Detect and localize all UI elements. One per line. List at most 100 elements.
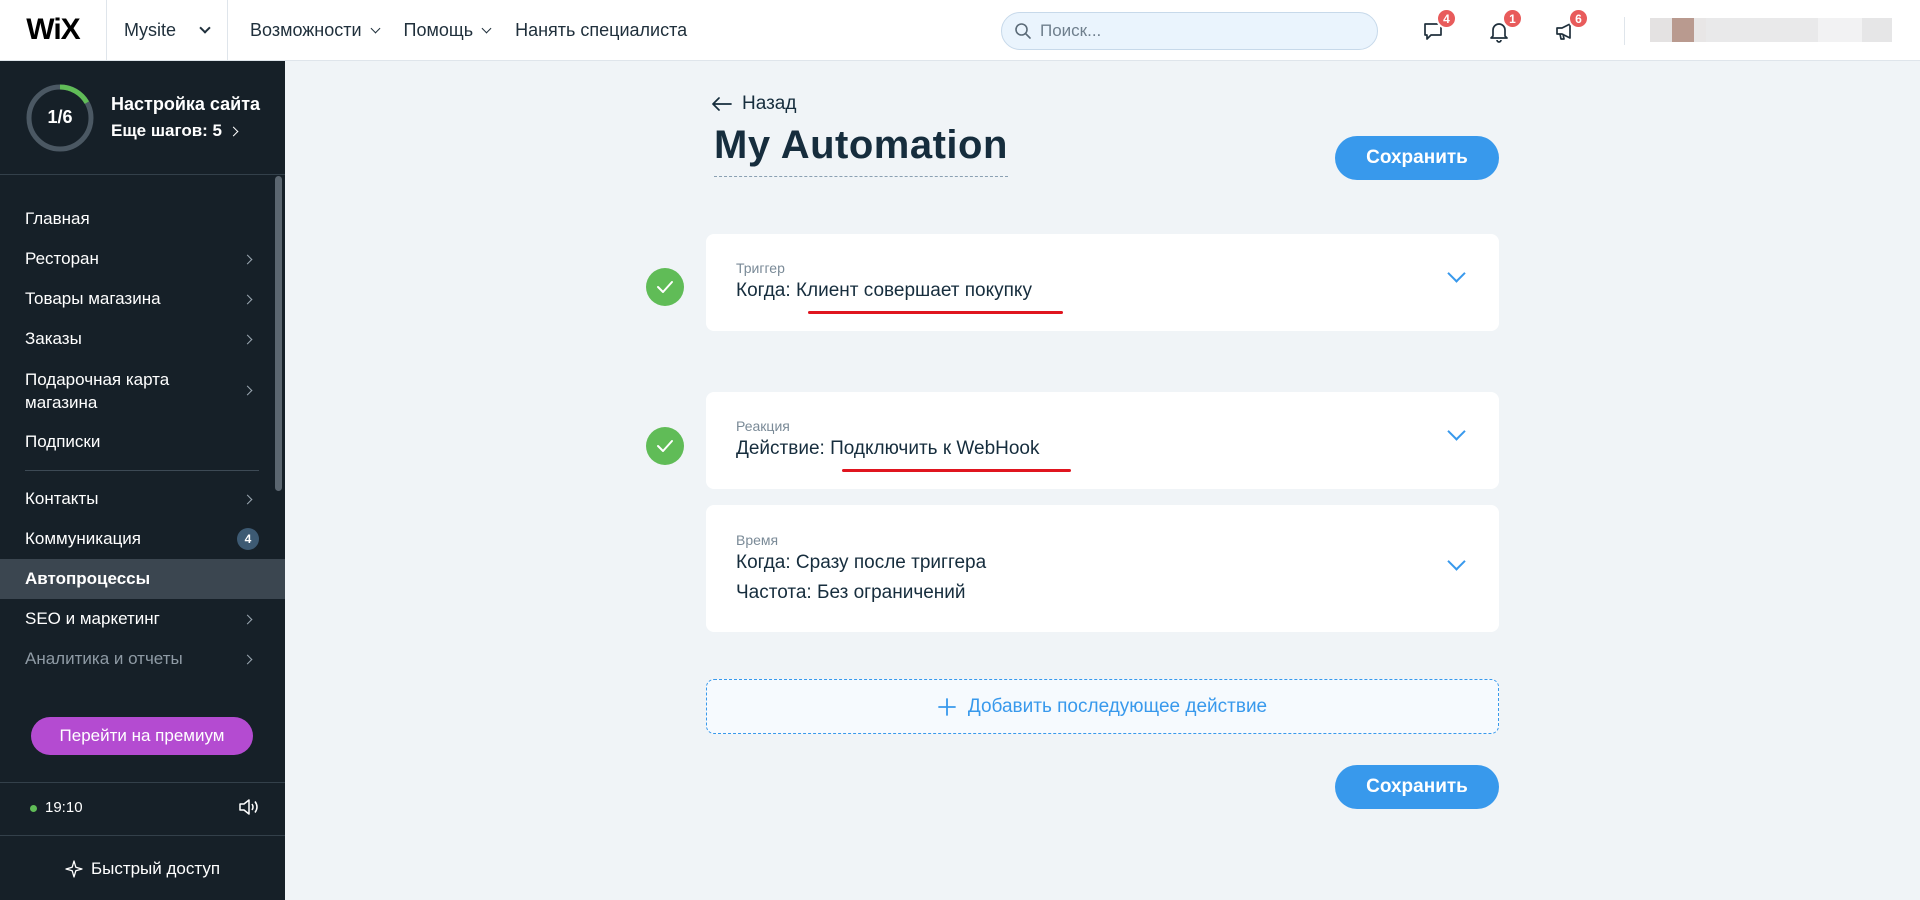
- topbar-divider: [1624, 17, 1625, 45]
- reaction-line: Действие: Подключить к WebHook: [736, 438, 1499, 460]
- timing-when: Когда: Сразу после триггера: [736, 552, 987, 573]
- chevron-down-icon: [370, 23, 380, 33]
- sidebar-item-store-products[interactable]: Товары магазина: [0, 279, 285, 319]
- back-link[interactable]: Назад: [712, 93, 796, 115]
- highlight-underline: [808, 311, 1063, 314]
- avatar: [1672, 18, 1694, 42]
- back-label: Назад: [742, 93, 797, 114]
- save-button-top[interactable]: Сохранить: [1335, 136, 1499, 180]
- sidebar-scrollbar[interactable]: [275, 176, 282, 491]
- site-switcher[interactable]: Mysite: [107, 0, 228, 61]
- trigger-value: Клиент совершает покупку: [795, 280, 1032, 301]
- trigger-prefix: Когда:: [736, 280, 796, 301]
- top-bar: WiX Mysite Возможности Помощь Нанять спе…: [0, 0, 1920, 61]
- site-setup-progress[interactable]: 1/6 Настройка сайта Еще шагов: 5: [0, 61, 285, 175]
- nav-hire-expert[interactable]: Нанять специалиста: [515, 20, 687, 41]
- sidebar-item-communication[interactable]: Коммуникация 4: [0, 519, 285, 559]
- sidebar-item-label: Коммуникация: [25, 529, 142, 548]
- chevron-right-icon: [242, 385, 253, 396]
- nav-features[interactable]: Возможности: [250, 19, 380, 41]
- trigger-label: Триггер: [736, 260, 785, 276]
- reaction-card[interactable]: Реакция Действие: Подключить к WebHook: [706, 392, 1499, 489]
- reaction-label: Реакция: [736, 418, 790, 434]
- clock-time: 19:10: [45, 798, 83, 816]
- notifications-button[interactable]: 1: [1466, 0, 1532, 61]
- sidebar-item-orders[interactable]: Заказы: [0, 319, 285, 359]
- chevron-right-icon: [242, 334, 253, 344]
- sidebar-divider: [25, 470, 259, 471]
- search-input[interactable]: [1040, 21, 1360, 41]
- chat-button[interactable]: 4: [1400, 0, 1466, 61]
- trigger-line: Когда: Клиент совершает покупку: [736, 280, 1499, 302]
- nav-help-label: Помощь: [403, 19, 474, 40]
- nav-features-label: Возможности: [250, 19, 362, 40]
- site-name: Mysite: [124, 19, 177, 40]
- chat-badge: 4: [1436, 8, 1457, 29]
- speaker-icon[interactable]: [238, 798, 260, 816]
- sparkle-icon: [65, 860, 83, 878]
- user-account-menu[interactable]: [1650, 18, 1892, 42]
- notifications-badge: 1: [1502, 8, 1523, 29]
- reaction-complete-check: [646, 427, 684, 465]
- sidebar-item-gift-card[interactable]: Подарочная карта магазина: [0, 359, 285, 422]
- quick-access-button[interactable]: Быстрый доступ: [0, 849, 285, 889]
- wix-logo[interactable]: WiX: [0, 0, 107, 61]
- avatar-blur: [1650, 18, 1672, 42]
- sidebar-item-automations[interactable]: Автопроцессы: [0, 559, 285, 599]
- online-status-dot: [30, 804, 37, 812]
- nav-hire-expert-label: Нанять специалиста: [515, 19, 688, 40]
- sidebar-item-label: Заказы: [25, 329, 82, 348]
- progress-ring: 1/6: [25, 83, 95, 153]
- sidebar-item-subscriptions[interactable]: Подписки: [0, 422, 285, 462]
- trigger-complete-check: [646, 268, 684, 306]
- chevron-right-icon: [242, 294, 253, 304]
- quick-access-label: Быстрый доступ: [90, 859, 221, 878]
- check-icon: [657, 440, 673, 452]
- timing-label: Время: [736, 532, 779, 548]
- sidebar-item-label: Подписки: [25, 432, 101, 451]
- sidebar-item-label: Ресторан: [25, 249, 99, 268]
- search-icon: [1015, 23, 1031, 39]
- chevron-right-icon: [228, 126, 239, 136]
- automation-title[interactable]: My Automation: [714, 123, 1008, 177]
- reaction-prefix: Действие:: [736, 438, 831, 459]
- sidebar-status-row: 19:10: [30, 798, 260, 816]
- sidebar-item-restaurant[interactable]: Ресторан: [0, 239, 285, 279]
- chevron-right-icon: [242, 494, 253, 504]
- sidebar-item-seo-marketing[interactable]: SEO и маркетинг: [0, 599, 285, 639]
- sidebar-nav: Главная Ресторан Товары магазина Заказы …: [0, 175, 285, 679]
- sidebar-item-label: Подарочная карта магазина: [25, 369, 170, 412]
- add-next-action-button[interactable]: Добавить последующее действие: [706, 679, 1499, 734]
- setup-steps-label: Еще шагов: 5: [111, 121, 223, 140]
- timing-card[interactable]: Время Когда: Сразу после триггера Частот…: [706, 505, 1499, 632]
- sidebar-divider: [0, 835, 285, 836]
- sidebar-item-analytics[interactable]: Аналитика и отчеты: [0, 639, 285, 679]
- user-name-blur: [1818, 18, 1862, 42]
- sidebar-item-label: Автопроцессы: [25, 569, 151, 588]
- trigger-card[interactable]: Триггер Когда: Клиент совершает покупку: [706, 234, 1499, 331]
- sidebar-divider: [0, 782, 285, 783]
- top-nav: Возможности Помощь Нанять специалиста: [250, 0, 712, 61]
- sidebar-item-home[interactable]: Главная: [0, 199, 285, 239]
- plus-icon: [937, 697, 956, 716]
- reaction-value: Подключить к WebHook: [830, 438, 1040, 459]
- announcements-badge: 6: [1568, 8, 1589, 29]
- sidebar-item-label: Главная: [25, 209, 90, 228]
- sidebar: 1/6 Настройка сайта Еще шагов: 5 Главная…: [0, 61, 285, 900]
- upgrade-premium-button[interactable]: Перейти на премиум: [31, 717, 253, 755]
- top-icons: 4 1 6: [1400, 0, 1598, 61]
- setup-steps: Еще шагов: 5: [111, 121, 260, 141]
- highlight-underline: [842, 469, 1071, 472]
- nav-help[interactable]: Помощь: [403, 19, 492, 41]
- search-box[interactable]: [1001, 12, 1378, 50]
- sidebar-item-contacts[interactable]: Контакты: [0, 479, 285, 519]
- chevron-right-icon: [242, 654, 253, 664]
- add-next-action-label: Добавить последующее действие: [967, 695, 1268, 717]
- arrow-left-icon: [712, 97, 732, 111]
- save-button-bottom[interactable]: Сохранить: [1335, 765, 1499, 809]
- setup-title: Настройка сайта: [111, 94, 261, 114]
- timing-frequency: Частота: Без ограничений: [736, 582, 966, 603]
- announcements-button[interactable]: 6: [1532, 0, 1598, 61]
- check-icon: [657, 281, 673, 293]
- chevron-down-icon: [199, 22, 211, 34]
